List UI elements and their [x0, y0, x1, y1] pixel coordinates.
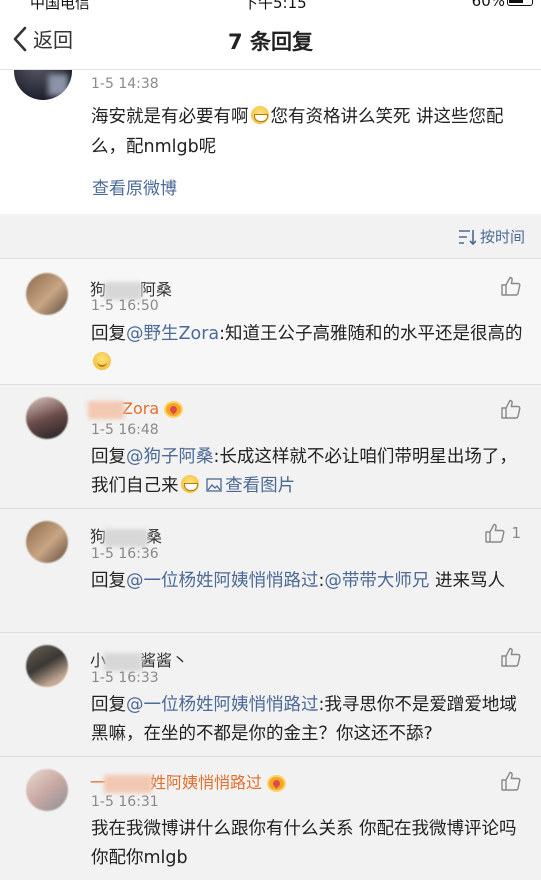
name-mask — [104, 528, 149, 547]
like-button[interactable] — [500, 399, 521, 419]
reply-prefix: 回复 — [91, 324, 126, 344]
like-button[interactable] — [500, 771, 521, 791]
avatar[interactable] — [26, 521, 68, 563]
like-count: 1 — [511, 524, 521, 542]
name-mask — [104, 652, 143, 671]
comment-time: 1-5 14:38 — [91, 76, 159, 92]
view-image-link[interactable]: 查看图片 — [206, 476, 295, 496]
reply-author[interactable]: 一姓阿姨悄悄路过 — [90, 769, 287, 793]
reply-text: 回复@一位杨姓阿姨悄悄路过:@带带大师兄 进来骂人 — [91, 567, 523, 596]
mention-link[interactable]: @野生Zora — [126, 324, 219, 344]
thumb-up-icon — [501, 647, 521, 667]
image-icon — [206, 478, 222, 492]
reply-author[interactable]: Zora — [88, 399, 184, 419]
comment-text-part: 海安就是有必要有啊 — [91, 107, 249, 127]
author-name-part: 酱酱丶 — [140, 651, 189, 670]
crown-badge-icon — [267, 775, 287, 792]
author-name-part: 阿桑 — [140, 280, 173, 299]
thumb-up-icon — [485, 523, 505, 543]
reply-item: Zora 1-5 16:48 回复@狗子阿桑:长成这样就不必让咱们带明星出场了，… — [0, 384, 541, 508]
reply-author[interactable]: 小酱酱丶 — [90, 647, 188, 671]
reply-author[interactable]: 狗阿桑 — [90, 276, 172, 300]
reply-author[interactable]: 狗桑 — [90, 523, 162, 547]
grin-emoji-icon — [180, 475, 199, 493]
view-image-label: 查看图片 — [225, 476, 296, 496]
status-bar: 中国电信 下午5:15 60% — [0, 0, 541, 10]
reply-item: 一姓阿姨悄悄路过 1-5 16:31 我在我微博讲什么跟你有什么关系 你配在我微… — [0, 756, 541, 880]
like-button[interactable]: 1 — [484, 523, 521, 543]
reply-text: 回复@狗子阿桑:长成这样就不必让咱们带明星出场了，我们自己来 查看图片 — [91, 443, 523, 501]
mention-link[interactable]: @一位杨姓阿姨悄悄路过 — [126, 695, 319, 715]
carrier-label: 中国电信 — [30, 0, 91, 10]
author-name-part: Zora — [122, 399, 160, 418]
mention-link[interactable]: @带带大师兄 — [324, 571, 429, 591]
thumb-up-icon — [501, 399, 521, 419]
reply-item: 狗阿桑 1-5 16:50 回复@野生Zora:知道王公子高雅随和的水平还是很高… — [0, 258, 541, 384]
grin-emoji-icon — [250, 106, 269, 124]
sort-bar: 按时间 — [0, 222, 541, 256]
reply-time: 1-5 16:48 — [91, 422, 159, 438]
sort-icon — [458, 229, 476, 245]
sort-by-time-button[interactable]: 按时间 — [458, 226, 525, 247]
avatar[interactable] — [26, 397, 68, 439]
thumb-up-icon — [501, 276, 521, 296]
nav-bar: 返回 7 条回复 — [0, 10, 541, 70]
clock: 下午5:15 — [243, 0, 307, 10]
avatar[interactable] — [14, 70, 72, 100]
reply-item: 小酱酱丶 1-5 16:33 回复@一位杨姓阿姨悄悄路过:我寻思你不是爱蹭爱地域… — [0, 632, 541, 756]
author-name-part: 姓阿姨悄悄路过 — [150, 773, 263, 792]
avatar[interactable] — [26, 769, 68, 811]
reply-time: 1-5 16:33 — [91, 670, 159, 686]
reply-time: 1-5 16:50 — [91, 298, 159, 314]
reply-text: 回复@一位杨姓阿姨悄悄路过:我寻思你不是爱蹭爱地域黑嘛，在坐的不都是你的金主？你… — [91, 691, 523, 749]
reply-text: 回复@野生Zora:知道王公子高雅随和的水平还是很高的 — [91, 320, 523, 378]
battery-icon — [507, 0, 533, 6]
name-mask — [104, 774, 153, 793]
comment-text: 海安就是有必要有啊 您有资格讲么笑死 讲这些您配么，配nmlgb呢 — [91, 102, 523, 162]
avatar[interactable] — [26, 645, 68, 687]
reply-item: 狗桑 1-5 16:36 回复@一位杨姓阿姨悄悄路过:@带带大师兄 进来骂人 1 — [0, 508, 541, 632]
original-comment: 1-5 14:38 海安就是有必要有啊 您有资格讲么笑死 讲这些您配么，配nmlg… — [0, 70, 541, 214]
page-title: 7 条回复 — [228, 30, 313, 54]
avatar[interactable] — [26, 273, 68, 315]
reply-prefix: 回复 — [91, 571, 126, 591]
sort-label: 按时间 — [479, 228, 525, 246]
reply-time: 1-5 16:31 — [91, 794, 159, 810]
crown-badge-icon — [164, 401, 184, 418]
like-button[interactable] — [500, 276, 521, 296]
reply-body: :知道王公子高雅随和的水平还是很高的 — [219, 324, 523, 344]
mention-link[interactable]: @狗子阿桑 — [126, 447, 214, 467]
reply-prefix: 回复 — [91, 695, 126, 715]
name-mask — [88, 400, 124, 419]
reply-time: 1-5 16:36 — [91, 546, 159, 562]
mention-link[interactable]: @一位杨姓阿姨悄悄路过 — [126, 571, 319, 591]
name-mask — [104, 281, 143, 300]
like-button[interactable] — [500, 647, 521, 667]
author-name-part: 桑 — [146, 527, 163, 546]
reply-body: 进来骂人 — [429, 571, 505, 591]
view-original-link[interactable]: 查看原微博 — [92, 174, 177, 199]
reply-text: 我在我微博讲什么跟你有什么关系 你配在我微博评论吗 你配你mlgb — [91, 819, 517, 868]
thumb-up-icon — [501, 771, 521, 791]
smile-emoji-icon — [93, 352, 111, 370]
reply-prefix: 回复 — [91, 447, 126, 467]
battery-percent: 60% — [471, 0, 505, 10]
